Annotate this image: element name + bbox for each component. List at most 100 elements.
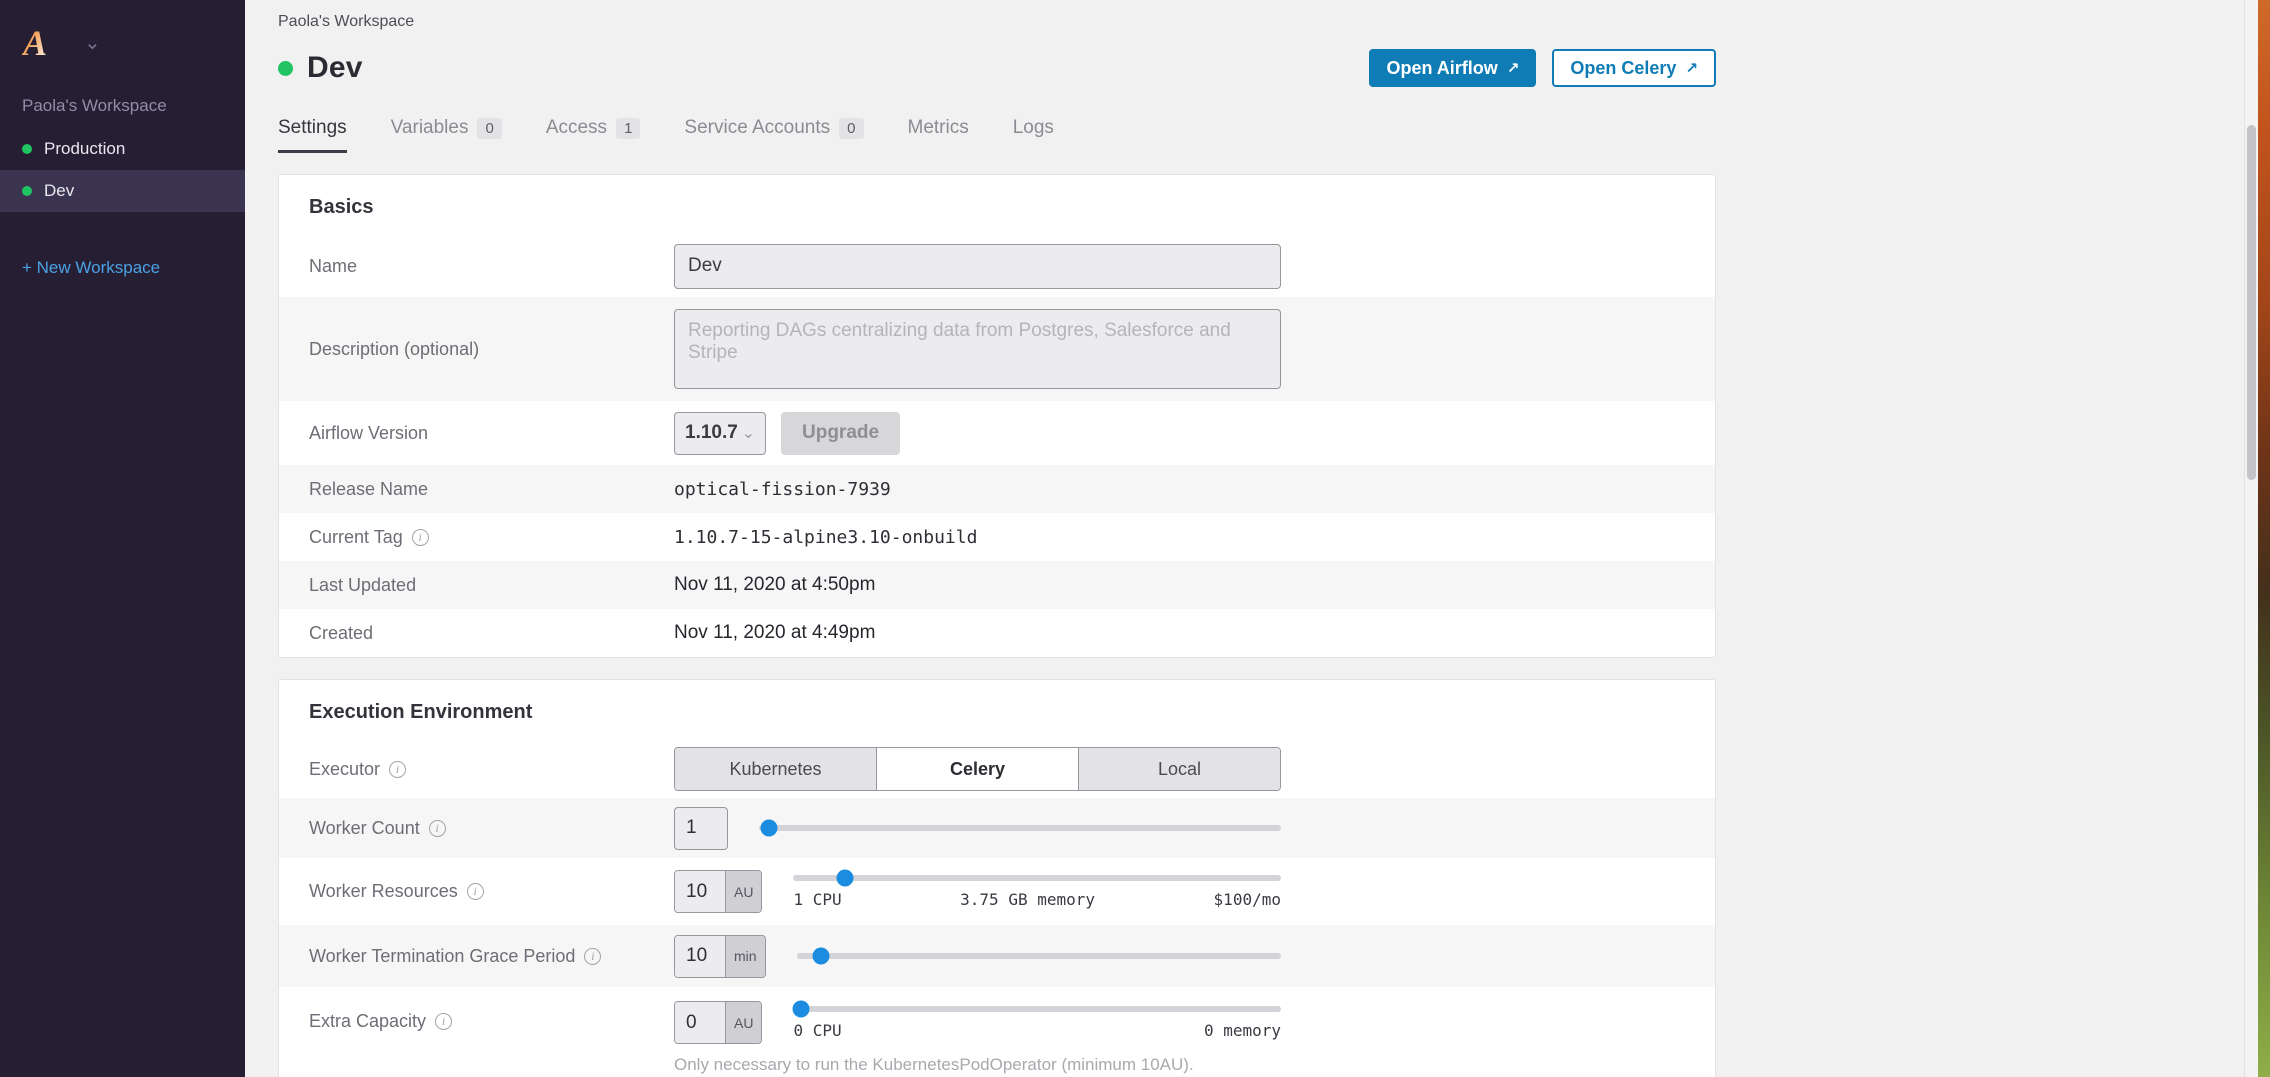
main-area: Paola's Workspace Dev Open Airflow ↗ Ope… [245, 0, 2270, 1077]
info-icon: i [467, 883, 484, 900]
astronomer-logo-icon: A [22, 24, 70, 62]
tab-variables[interactable]: Variables 0 [391, 117, 502, 153]
execution-environment-card: Execution Environment Executor i Kuberne… [278, 679, 1716, 1077]
created-value: Nov 11, 2020 at 4:49pm [674, 622, 875, 644]
airflow-version-select[interactable]: 1.10.7 ⌄ [674, 412, 766, 455]
sidebar-item-label: Production [44, 139, 125, 159]
executor-option-kubernetes[interactable]: Kubernetes [675, 748, 877, 790]
worker-count-slider[interactable] [759, 825, 1281, 831]
name-input[interactable] [674, 244, 1281, 289]
tab-access[interactable]: Access 1 [546, 117, 641, 153]
grace-period-slider[interactable] [797, 953, 1281, 959]
description-row: Description (optional) [279, 297, 1715, 401]
name-row: Name [279, 235, 1715, 297]
description-label: Description (optional) [309, 339, 479, 360]
upgrade-button[interactable]: Upgrade [781, 412, 900, 455]
chevron-down-icon: ⌄ [742, 423, 755, 443]
tab-label: Access [546, 117, 607, 139]
info-icon: i [435, 1013, 452, 1030]
worker-resources-slider[interactable] [793, 875, 1281, 881]
page-header: Dev Open Airflow ↗ Open Celery ↗ [278, 49, 1716, 87]
worker-resources-input-group: AU [674, 870, 762, 913]
last-updated-row: Last Updated Nov 11, 2020 at 4:50pm [279, 561, 1715, 609]
deployment-status-dot-icon [22, 144, 32, 154]
worker-resources-cost-label: $100/mo [1214, 890, 1281, 909]
grace-period-unit: min [725, 936, 765, 977]
tab-label: Variables [391, 117, 469, 139]
worker-count-row: Worker Count i [279, 798, 1715, 858]
last-updated-value: Nov 11, 2020 at 4:50pm [674, 574, 875, 596]
deployment-status-dot-icon [278, 61, 293, 76]
tab-label: Metrics [908, 117, 969, 139]
worker-count-input[interactable] [674, 807, 728, 850]
sidebar: A ⌄ Paola's Workspace Production Dev + N… [0, 0, 245, 1077]
extra-capacity-label: Extra Capacity [309, 1011, 426, 1032]
tab-count-badge: 0 [477, 118, 501, 139]
deployment-tabs: Settings Variables 0 Access 1 Service Ac… [278, 117, 1716, 153]
description-input[interactable] [674, 309, 1281, 389]
current-tag-row: Current Tag i 1.10.7-15-alpine3.10-onbui… [279, 513, 1715, 561]
sidebar-item-label: Dev [44, 181, 74, 201]
executor-option-local[interactable]: Local [1079, 748, 1280, 790]
grace-period-label: Worker Termination Grace Period [309, 946, 575, 967]
release-name-label: Release Name [309, 479, 428, 500]
workspace-switcher[interactable]: A ⌄ [0, 0, 245, 62]
new-workspace-link[interactable]: + New Workspace [0, 258, 245, 278]
worker-count-slider-thumb[interactable] [761, 820, 778, 837]
chevron-down-icon: ⌄ [84, 33, 101, 53]
worker-resources-label: Worker Resources [309, 881, 458, 902]
airflow-version-row: Airflow Version 1.10.7 ⌄ Upgrade [279, 401, 1715, 465]
current-tag-label: Current Tag [309, 527, 403, 548]
worker-resources-memory-label: 3.75 GB memory [960, 890, 1095, 909]
release-name-value: optical-fission-7939 [674, 479, 891, 500]
grace-period-slider-thumb[interactable] [812, 948, 829, 965]
external-link-icon: ↗ [1685, 59, 1698, 77]
worker-resources-cpu-label: 1 CPU [793, 890, 841, 909]
executor-segmented-control: Kubernetes Celery Local [674, 747, 1281, 791]
grace-period-row: Worker Termination Grace Period i min [279, 925, 1715, 987]
tab-metrics[interactable]: Metrics [908, 117, 969, 153]
executor-label: Executor [309, 759, 380, 780]
grace-period-input-group: min [674, 935, 766, 978]
extra-capacity-memory-label: 0 memory [1204, 1021, 1281, 1040]
worker-count-label: Worker Count [309, 818, 420, 839]
current-tag-value: 1.10.7-15-alpine3.10-onbuild [674, 527, 977, 548]
section-title-basics: Basics [279, 175, 1715, 235]
extra-capacity-cpu-label: 0 CPU [793, 1021, 841, 1040]
airflow-version-label: Airflow Version [309, 423, 428, 444]
extra-capacity-input-group: AU [674, 1001, 762, 1044]
tab-settings[interactable]: Settings [278, 117, 347, 153]
section-title-execution: Execution Environment [279, 680, 1715, 740]
tab-count-badge: 0 [839, 118, 863, 139]
open-airflow-button[interactable]: Open Airflow ↗ [1369, 49, 1536, 87]
scrollbar-thumb[interactable] [2247, 125, 2256, 480]
app-root: A ⌄ Paola's Workspace Production Dev + N… [0, 0, 2270, 1077]
tab-service-accounts[interactable]: Service Accounts 0 [684, 117, 863, 153]
extra-capacity-slider[interactable] [793, 1006, 1281, 1012]
info-icon: i [412, 529, 429, 546]
worker-resources-input[interactable] [675, 871, 725, 912]
tab-logs[interactable]: Logs [1013, 117, 1054, 153]
extra-capacity-slider-thumb[interactable] [792, 1000, 809, 1017]
open-celery-label: Open Celery [1570, 58, 1676, 79]
executor-option-celery[interactable]: Celery [877, 748, 1079, 790]
name-label: Name [309, 256, 357, 277]
open-celery-button[interactable]: Open Celery ↗ [1552, 49, 1716, 87]
worker-resources-slider-thumb[interactable] [836, 869, 853, 886]
worker-resources-row: Worker Resources i AU [279, 858, 1715, 925]
airflow-version-value: 1.10.7 [685, 422, 738, 444]
extra-capacity-input[interactable] [675, 1002, 725, 1043]
tab-label: Settings [278, 117, 347, 139]
sidebar-workspace-label: Paola's Workspace [0, 62, 245, 128]
breadcrumb: Paola's Workspace [278, 0, 1716, 31]
sidebar-item-production[interactable]: Production [0, 128, 245, 170]
tab-count-badge: 1 [616, 118, 640, 139]
sidebar-item-dev[interactable]: Dev [0, 170, 245, 212]
grace-period-input[interactable] [675, 936, 725, 977]
tab-label: Service Accounts [684, 117, 830, 139]
open-airflow-label: Open Airflow [1386, 58, 1497, 79]
svg-text:A: A [22, 24, 47, 62]
external-link-icon: ↗ [1507, 59, 1520, 77]
page-scrollbar[interactable] [2244, 0, 2258, 1077]
created-row: Created Nov 11, 2020 at 4:49pm [279, 609, 1715, 657]
